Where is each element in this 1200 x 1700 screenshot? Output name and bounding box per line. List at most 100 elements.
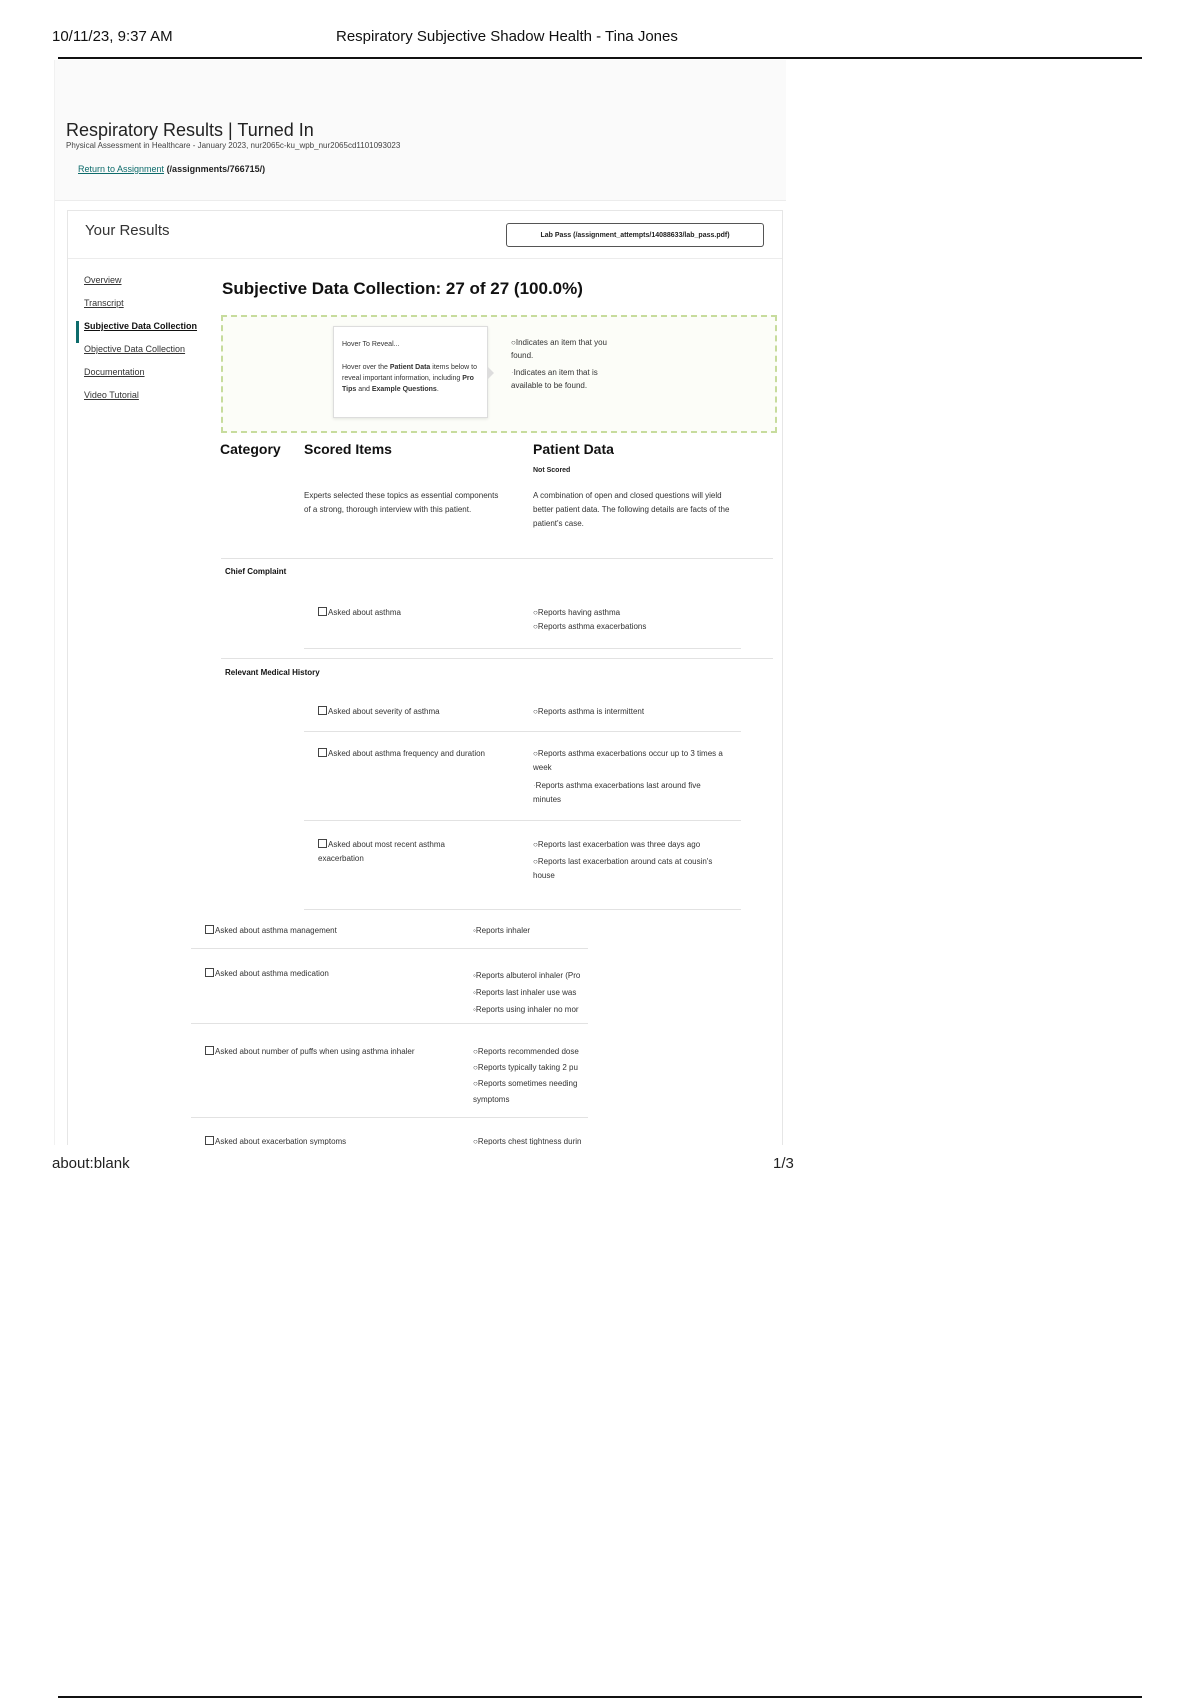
checkbox-icon [318, 839, 327, 848]
patient-data-item[interactable]: symptoms [473, 1095, 509, 1104]
divider [304, 648, 741, 649]
patient-data-item[interactable]: Reports albuterol inhaler (Pro [476, 971, 581, 980]
scored-item-label: Asked about most recent asthma exacerbat… [318, 840, 445, 863]
patient-data-item[interactable]: Reports asthma is intermittent [538, 707, 644, 716]
header-rule [58, 57, 1142, 59]
scored-item: Asked about number of puffs when using a… [205, 1044, 435, 1060]
return-path: (/assignments/766715/) [166, 164, 266, 174]
scored-item-label: Asked about exacerbation symptoms [215, 1137, 347, 1145]
hover-text: . [436, 386, 439, 393]
scored-item: Asked about asthma medication [205, 967, 435, 981]
print-date: 10/11/23, 9:37 AM [52, 28, 173, 45]
results-card: Your Results Lab Pass (/assignment_attem… [67, 210, 783, 1145]
course-subtitle: Physical Assessment in Healthcare - Janu… [66, 141, 401, 150]
legend-box: Hover To Reveal... Hover over the Patien… [221, 315, 777, 433]
column-patient-data: Patient Data [533, 441, 614, 457]
nav-documentation[interactable]: Documentation [84, 367, 214, 377]
print-footer-page: 1/3 [773, 1155, 794, 1172]
scored-item: Asked about asthma management [205, 924, 435, 938]
scored-item-label: Asked about asthma management [215, 926, 337, 935]
patient-data-item[interactable]: Reports sometimes needing [478, 1079, 578, 1088]
hover-title: Hover To Reveal... [342, 341, 400, 348]
checkbox-icon [205, 1136, 214, 1145]
checkbox-icon [205, 925, 214, 934]
patient-data-item[interactable]: Reports chest tightness durin [478, 1137, 582, 1145]
hover-bold: Example Questions [371, 386, 437, 393]
category-chief-complaint: Chief Complaint [225, 567, 287, 576]
checkbox-icon [318, 748, 327, 757]
patient-data-list: ○Reports having asthma ○Reports asthma e… [533, 606, 733, 634]
scored-item: Asked about asthma frequency and duratio… [318, 747, 488, 761]
scored-item: Asked about most recent asthma exacerbat… [318, 838, 488, 866]
return-to-assignment-link[interactable]: Return to Assignment [78, 164, 164, 174]
patient-data-list: ○Reports last exacerbation was three day… [533, 838, 728, 883]
checkbox-icon [205, 968, 214, 977]
patient-data-item[interactable]: Reports last exacerbation around cats at… [533, 857, 712, 880]
nav-video-tutorial[interactable]: Video Tutorial [84, 390, 214, 400]
patient-data-item[interactable]: Reports asthma exacerbations last around… [533, 781, 701, 804]
patient-data-description: A combination of open and closed questio… [533, 491, 730, 528]
column-scored-items: Scored Items [304, 441, 392, 457]
patient-data-list: ◦Reports albuterol inhaler (Pro ◦Reports… [473, 967, 588, 1018]
results-side-nav: Overview Transcript Subjective Data Coll… [84, 275, 214, 413]
column-category: Category [220, 441, 281, 457]
divider [221, 658, 773, 659]
scored-item-label: Asked about severity of asthma [328, 707, 440, 716]
footer-rule [58, 1696, 1142, 1698]
divider [221, 558, 773, 559]
patient-data-list: ○Reports chest tightness durin [473, 1135, 588, 1145]
divider [191, 948, 588, 949]
scored-item: Asked about exacerbation symptoms [205, 1135, 435, 1145]
hover-text: Hover over the [342, 364, 390, 371]
hover-bold: Patient Data [389, 364, 431, 371]
checkbox-icon [318, 607, 327, 616]
return-to-assignment: Return to Assignment (/assignments/76671… [78, 164, 265, 174]
divider [68, 258, 782, 259]
legend-available: Indicates an item that is available to b… [511, 368, 598, 390]
patient-data-item[interactable]: Reports asthma exacerbations [538, 622, 647, 631]
legend-found: Indicates an item that you found. [511, 338, 608, 360]
scored-item-label: Asked about asthma frequency and duratio… [328, 749, 485, 758]
patient-data-item[interactable]: Reports using inhaler no mor [476, 1005, 579, 1014]
print-doc-title: Respiratory Subjective Shadow Health - T… [336, 28, 678, 45]
scored-item: Asked about severity of asthma [318, 705, 488, 719]
nav-objective-data-collection[interactable]: Objective Data Collection [84, 344, 214, 354]
patient-data-list: ◦Reports inhaler [473, 924, 588, 938]
nav-transcript[interactable]: Transcript [84, 298, 214, 308]
active-nav-indicator [76, 321, 79, 343]
scored-item-label: Asked about number of puffs when using a… [215, 1047, 415, 1056]
divider [191, 1117, 588, 1118]
nav-subjective-data-collection[interactable]: Subjective Data Collection [84, 321, 214, 331]
scored-item: Asked about asthma [318, 606, 488, 620]
scored-item-label: Asked about asthma medication [215, 969, 329, 978]
legend-text: ○Indicates an item that you found. ·Indi… [511, 336, 621, 396]
patient-data-item[interactable]: Reports last inhaler use was [476, 988, 577, 997]
not-scored-label: Not Scored [533, 467, 571, 474]
checkbox-icon [205, 1046, 214, 1055]
print-footer-url: about:blank [52, 1155, 130, 1172]
checkbox-icon [318, 706, 327, 715]
page-content: Respiratory Results | Turned In Physical… [54, 60, 786, 1145]
patient-data-list: ○Reports asthma is intermittent [533, 705, 733, 719]
divider [191, 1023, 588, 1024]
scored-items-description: Experts selected these topics as essenti… [304, 491, 499, 514]
patient-data-item[interactable]: Reports asthma exacerbations occur up to… [533, 749, 723, 772]
patient-data-item[interactable]: Reports recommended dose [478, 1047, 579, 1056]
section-title: Subjective Data Collection: 27 of 27 (10… [222, 279, 583, 298]
patient-data-item[interactable]: Reports typically taking 2 pu [478, 1063, 578, 1072]
hover-reveal-card: Hover To Reveal... Hover over the Patien… [333, 326, 494, 418]
page-title: Respiratory Results | Turned In [66, 120, 314, 140]
scored-item-label: Asked about asthma [328, 608, 401, 617]
divider [304, 909, 741, 910]
hover-body: Hover over the Patient Data items below … [342, 362, 479, 395]
divider [304, 820, 741, 821]
hover-text: and [356, 386, 372, 393]
patient-data-item[interactable]: Reports having asthma [538, 608, 620, 617]
nav-overview[interactable]: Overview [84, 275, 214, 285]
patient-data-list: ○Reports asthma exacerbations occur up t… [533, 747, 728, 807]
category-relevant-medical-history: Relevant Medical History [225, 668, 320, 677]
results-heading: Your Results [85, 222, 170, 239]
lab-pass-button[interactable]: Lab Pass (/assignment_attempts/14088633/… [506, 223, 764, 247]
patient-data-item[interactable]: Reports inhaler [476, 926, 530, 935]
patient-data-item[interactable]: Reports last exacerbation was three days… [538, 840, 700, 849]
